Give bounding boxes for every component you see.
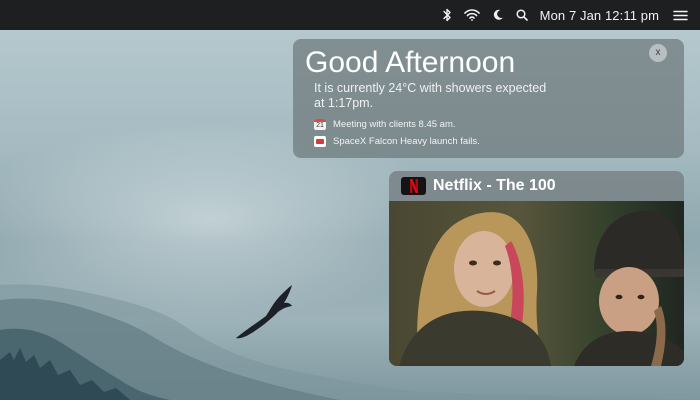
weather-summary: It is currently 24°C with showers expect…: [314, 81, 547, 110]
close-button[interactable]: x: [649, 44, 667, 62]
greeting-widget: Good Afternoon It is currently 24°C with…: [293, 39, 684, 158]
netflix-title: Netflix - The 100: [433, 177, 556, 194]
search-icon[interactable]: [516, 0, 528, 30]
greeting-title: Good Afternoon: [305, 46, 516, 79]
calendar-event-text: Meeting with clients 8.45 am.: [333, 119, 456, 130]
netflix-widget-header: Netflix - The 100: [389, 171, 684, 201]
menu-bar-clock[interactable]: Mon 7 Jan 12:11 pm: [540, 0, 659, 30]
calendar-event[interactable]: 21 Meeting with clients 8.45 am.: [314, 119, 456, 130]
menu-bar: Mon 7 Jan 12:11 pm: [0, 0, 700, 30]
bluetooth-icon[interactable]: [442, 0, 452, 30]
news-icon: [314, 136, 326, 147]
news-item-text: SpaceX Falcon Heavy launch fails.: [333, 136, 480, 147]
eagle-icon: [236, 285, 292, 339]
calendar-icon: 21: [314, 119, 326, 130]
netflix-logo-icon: [401, 177, 426, 195]
moon-icon[interactable]: [492, 0, 504, 30]
news-item[interactable]: SpaceX Falcon Heavy launch fails.: [314, 136, 480, 147]
menu-icon[interactable]: [673, 0, 688, 30]
wifi-icon[interactable]: [463, 0, 480, 30]
video-thumbnail[interactable]: [389, 201, 684, 366]
netflix-widget[interactable]: Netflix - The 100: [389, 171, 684, 366]
